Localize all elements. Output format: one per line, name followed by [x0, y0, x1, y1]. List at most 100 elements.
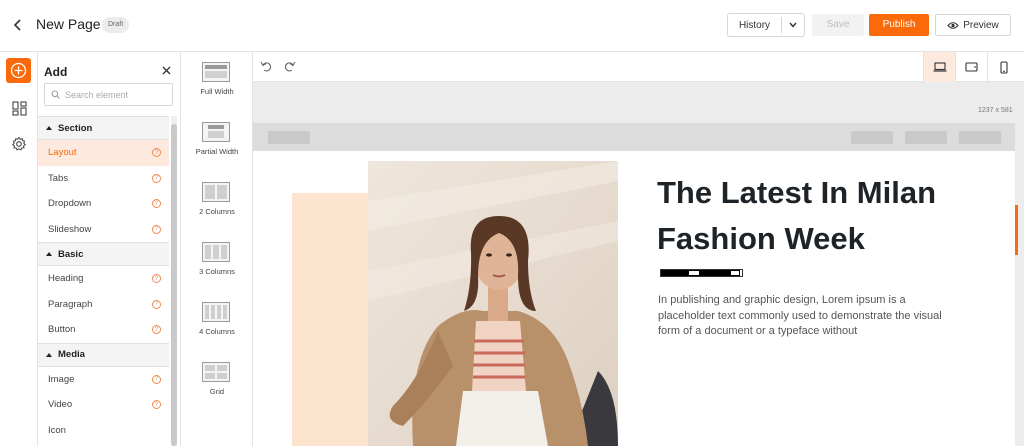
item-label: Video: [48, 399, 73, 411]
list-item-icon[interactable]: Icon: [38, 418, 169, 444]
layout-4-columns[interactable]: 4 Columns: [181, 302, 253, 362]
caret-up-icon: [46, 352, 52, 357]
nav-link-placeholder: [851, 131, 893, 144]
toolbar-segment: [700, 270, 730, 276]
item-label: Layout: [48, 147, 77, 159]
category-label: Media: [58, 349, 85, 360]
list-item-dropdown[interactable]: Dropdown?: [38, 191, 169, 217]
layout-2-columns[interactable]: 2 Columns: [181, 182, 253, 242]
site-header-preview[interactable]: [253, 123, 1015, 151]
history-button[interactable]: History: [727, 13, 805, 37]
item-label: Paragraph: [48, 298, 93, 310]
hero-image[interactable]: [368, 161, 618, 446]
layout-label: Grid: [209, 387, 225, 396]
help-icon[interactable]: ?: [152, 224, 161, 234]
undo-icon[interactable]: [258, 58, 274, 74]
category-section[interactable]: Section: [38, 116, 169, 140]
canvas-scroll-indicator[interactable]: [1015, 205, 1018, 255]
panel-title: Add: [44, 65, 68, 79]
nav-logo-placeholder: [268, 131, 310, 144]
left-rail: [0, 52, 38, 446]
layout-options-panel: Full Width Partial Width 2 Columns 3 Col…: [181, 52, 253, 446]
list-item-heading[interactable]: Heading?: [38, 266, 169, 292]
four-columns-icon: [202, 302, 230, 322]
publish-button[interactable]: Publish: [869, 14, 929, 36]
rich-text-toolbar[interactable]: [660, 269, 743, 277]
history-label: History: [738, 19, 771, 31]
caret-up-icon: [46, 126, 52, 130]
model-photo: [368, 161, 618, 446]
top-bar: New Page Draft History Save Publish Prev…: [0, 0, 1024, 52]
item-label: Slideshow: [48, 223, 92, 235]
list-item-image[interactable]: Image?: [38, 367, 169, 393]
add-circle-icon[interactable]: [6, 58, 31, 83]
three-columns-icon: [202, 242, 230, 262]
scrollbar[interactable]: [171, 116, 177, 446]
chevron-down-icon[interactable]: [782, 22, 804, 28]
help-icon[interactable]: ?: [152, 274, 161, 284]
layout-grid[interactable]: Grid: [181, 362, 253, 422]
help-icon[interactable]: ?: [152, 199, 161, 209]
chevron-left-icon: [13, 19, 21, 31]
close-icon[interactable]: [159, 63, 173, 77]
item-label: Dropdown: [48, 198, 92, 210]
layout-full-width[interactable]: Full Width: [181, 62, 253, 122]
layout-label: 4 Columns: [199, 327, 235, 336]
layout-label: Partial Width: [195, 147, 239, 156]
nav-link-placeholder: [905, 131, 947, 144]
list-item-slideshow[interactable]: Slideshow?: [38, 217, 169, 243]
caret-up-icon: [46, 252, 52, 256]
layout-label: Full Width: [200, 87, 234, 96]
mobile-icon[interactable]: [987, 52, 1019, 82]
status-badge: Draft: [102, 17, 130, 33]
tablet-icon[interactable]: [955, 52, 987, 82]
toolbar-button[interactable]: [730, 270, 740, 276]
eye-icon: [947, 21, 959, 29]
preview-button[interactable]: Preview: [935, 14, 1011, 36]
search-icon: [51, 90, 60, 99]
add-panel: Add Section Layout? Tabs? Dropdown? Slid…: [38, 52, 181, 446]
help-icon[interactable]: ?: [152, 325, 161, 335]
layout-grid-icon[interactable]: [9, 98, 29, 118]
list-item-video[interactable]: Video?: [38, 392, 169, 418]
toolbar-button[interactable]: [688, 270, 700, 276]
search-input[interactable]: [65, 89, 165, 100]
layout-label: 3 Columns: [199, 267, 235, 276]
partial-width-icon: [202, 122, 230, 142]
save-button[interactable]: Save: [812, 14, 864, 36]
category-label: Basic: [58, 248, 84, 260]
page-title: New Page: [36, 16, 101, 32]
list-item-layout[interactable]: Layout?: [38, 140, 169, 166]
toolbar-segment: [661, 270, 688, 276]
hero-paragraph[interactable]: In publishing and graphic design, Lorem …: [658, 293, 963, 340]
redo-icon[interactable]: [282, 58, 298, 74]
scrollbar-thumb[interactable]: [171, 124, 177, 446]
two-columns-icon: [202, 182, 230, 202]
element-list: Section Layout? Tabs? Dropdown? Slidesho…: [38, 116, 169, 443]
category-basic[interactable]: Basic: [38, 242, 169, 266]
back-button[interactable]: [8, 14, 28, 36]
desktop-icon[interactable]: [923, 52, 955, 82]
list-item-tabs[interactable]: Tabs?: [38, 166, 169, 192]
item-label: Heading: [48, 273, 84, 285]
help-icon[interactable]: ?: [152, 148, 161, 158]
layout-partial-width[interactable]: Partial Width: [181, 122, 253, 182]
item-label: Image: [48, 373, 75, 385]
grid-icon: [202, 362, 230, 382]
gear-icon[interactable]: [9, 134, 29, 154]
preview-label: Preview: [963, 19, 999, 31]
help-icon[interactable]: ?: [152, 400, 161, 410]
full-width-icon: [202, 62, 230, 82]
canvas-toolbar: [253, 52, 1024, 82]
category-media[interactable]: Media: [38, 342, 169, 367]
item-label: Icon: [48, 424, 66, 436]
layout-3-columns[interactable]: 3 Columns: [181, 242, 253, 302]
decorative-block: [292, 193, 369, 446]
help-icon[interactable]: ?: [152, 374, 161, 384]
help-icon[interactable]: ?: [152, 299, 161, 309]
help-icon[interactable]: ?: [152, 173, 161, 183]
list-item-paragraph[interactable]: Paragraph?: [38, 292, 169, 318]
list-item-button[interactable]: Button?: [38, 317, 169, 343]
hero-heading[interactable]: The Latest In Milan Fashion Week: [657, 170, 997, 262]
layout-label: 2 Columns: [199, 207, 235, 216]
